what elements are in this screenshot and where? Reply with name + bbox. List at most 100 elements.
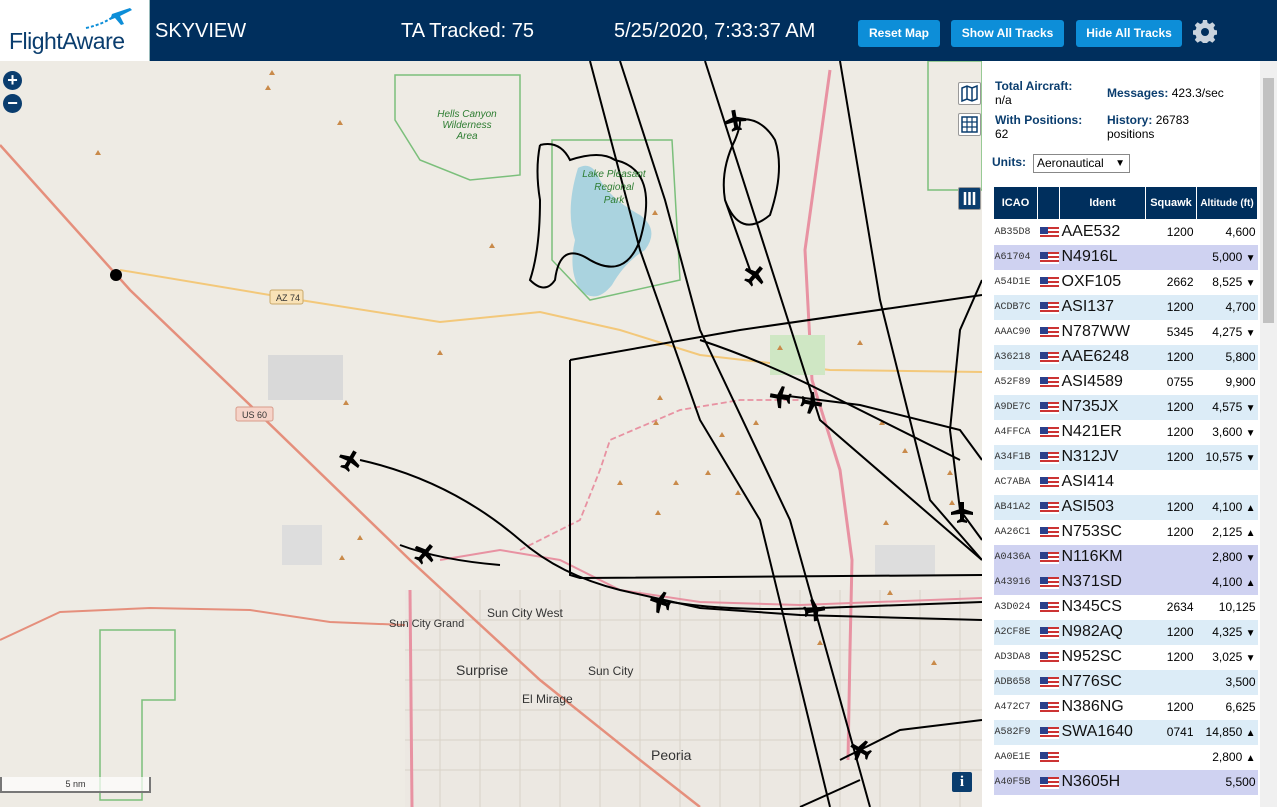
altitude-cell: 2,800 ▼ <box>1196 544 1258 570</box>
icao-cell: A472C7 <box>993 694 1038 720</box>
column-toggle-button[interactable] <box>958 187 981 210</box>
squawk-cell: 2634 <box>1145 594 1197 620</box>
column-header-icao[interactable]: ICAO <box>993 186 1038 220</box>
icao-cell: AD3DA8 <box>993 644 1038 670</box>
us-flag-icon <box>1039 227 1059 240</box>
table-row[interactable]: A2CF8E N982AQ 1200 4,325 ▼ <box>993 619 1258 645</box>
sun-city-west-label: Sun City West <box>487 606 563 620</box>
us-flag-icon <box>1039 576 1059 589</box>
table-row[interactable]: ADB658 N776SC 3,500 <box>993 669 1258 695</box>
lake-pleasant-label-3: Park <box>604 195 626 206</box>
altitude-value: 4,275 <box>1212 325 1243 339</box>
reset-map-button[interactable]: Reset Map <box>858 20 940 47</box>
altitude-value: 5,800 <box>1225 350 1256 364</box>
altitude-value: 10,575 <box>1205 450 1243 464</box>
map-view[interactable]: Hells Canyon Wilderness Area Lake Pleasa… <box>0 61 982 807</box>
map-icon <box>961 84 978 103</box>
table-row[interactable]: AB35D8 AAE532 1200 4,600 <box>993 219 1258 245</box>
altitude-trend-icon: ▼ <box>1245 553 1256 564</box>
altitude-value: 3,025 <box>1212 650 1243 664</box>
flightaware-logo[interactable]: FlightAware <box>0 0 150 61</box>
hide-all-tracks-button[interactable]: Hide All Tracks <box>1076 20 1182 47</box>
altitude-cell: 5,000 ▼ <box>1196 244 1258 270</box>
altitude-value: 2,800 <box>1212 750 1243 764</box>
flag-cell <box>1037 219 1060 245</box>
total-aircraft-label: Total Aircraft: <box>995 79 1073 93</box>
table-row[interactable]: AB41A2 ASI503 1200 4,100 ▲ <box>993 494 1258 520</box>
ident-cell: ASI414 <box>1059 469 1146 495</box>
table-row[interactable]: AA26C1 N753SC 1200 2,125 ▲ <box>993 519 1258 545</box>
table-row[interactable]: A52F89 ASI4589 0755 9,900 <box>993 369 1258 395</box>
ident-cell <box>1059 744 1146 770</box>
flag-cell <box>1037 394 1060 420</box>
altitude-value: 5,000 <box>1212 250 1243 264</box>
map-layers-button[interactable] <box>958 82 981 105</box>
zoom-out-button[interactable]: − <box>3 94 22 113</box>
flag-cell <box>1037 719 1060 745</box>
icao-cell: AB41A2 <box>993 494 1038 520</box>
icao-cell: A3D024 <box>993 594 1038 620</box>
altitude-trend-icon: ▼ <box>1245 328 1256 339</box>
with-positions-stat: With Positions: 62 <box>995 113 1082 141</box>
table-row[interactable]: A0436A N116KM 2,800 ▼ <box>993 544 1258 570</box>
table-row[interactable]: AD3DA8 N952SC 1200 3,025 ▼ <box>993 644 1258 670</box>
icao-cell: A54D1E <box>993 269 1038 295</box>
icao-cell: A34F1B <box>993 444 1038 470</box>
messages-label: Messages: <box>1107 86 1169 100</box>
altitude-value: 3,500 <box>1225 675 1256 689</box>
table-row[interactable]: AA0E1E 2,800 ▲ <box>993 744 1258 770</box>
gear-icon[interactable] <box>1193 19 1217 43</box>
table-row[interactable]: A9DE7C N735JX 1200 4,575 ▼ <box>993 394 1258 420</box>
us-flag-icon <box>1039 726 1059 739</box>
show-all-tracks-button[interactable]: Show All Tracks <box>951 20 1064 47</box>
info-button[interactable]: i <box>952 772 972 792</box>
el-mirage-label: El Mirage <box>522 692 573 706</box>
table-row[interactable]: A582F9 SWA1640 0741 14,850 ▲ <box>993 719 1258 745</box>
squawk-cell: 1200 <box>1145 344 1197 370</box>
flag-cell <box>1037 669 1060 695</box>
table-row[interactable]: A472C7 N386NG 1200 6,625 <box>993 694 1258 720</box>
messages-stat: Messages: 423.3/sec <box>1107 86 1224 100</box>
altitude-cell: 3,500 <box>1196 669 1258 695</box>
lake-pleasant-label-2: Regional <box>594 182 634 193</box>
scrollbar-thumb[interactable] <box>1263 78 1274 323</box>
squawk-cell <box>1145 244 1197 270</box>
altitude-trend-icon: ▲ <box>1245 728 1256 739</box>
vertical-scrollbar[interactable] <box>1260 61 1277 807</box>
table-row[interactable]: A36218 AAE6248 1200 5,800 <box>993 344 1258 370</box>
us-flag-icon <box>1039 526 1059 539</box>
ident-cell: OXF105 <box>1059 269 1146 295</box>
aircraft-table: ICAO Ident Squawk Altitude (ft) AB35D8 AA… <box>993 186 1258 795</box>
table-row[interactable]: A43916 N371SD 4,100 ▲ <box>993 569 1258 595</box>
units-select[interactable]: Aeronautical <box>1033 154 1130 173</box>
table-row[interactable]: AAAC90 N787WW 5345 4,275 ▼ <box>993 319 1258 345</box>
altitude-trend-icon: ▼ <box>1245 253 1256 264</box>
table-row[interactable]: A40F5B N3605H 5,500 <box>993 769 1258 795</box>
zoom-in-button[interactable]: + <box>3 71 22 90</box>
squawk-cell: 1200 <box>1145 644 1197 670</box>
altitude-cell: 3,600 ▼ <box>1196 419 1258 445</box>
column-header-squawk[interactable]: Squawk <box>1145 186 1197 220</box>
ident-cell: N735JX <box>1059 394 1146 420</box>
altitude-cell: 10,575 ▼ <box>1196 444 1258 470</box>
table-row[interactable]: AC7ABA ASI414 <box>993 469 1258 495</box>
table-row[interactable]: A61704 N4916L 5,000 ▼ <box>993 244 1258 270</box>
squawk-cell <box>1145 544 1197 570</box>
column-header-flag[interactable] <box>1037 186 1060 220</box>
column-header-altitude[interactable]: Altitude (ft) <box>1196 186 1258 220</box>
table-row[interactable]: A4FFCA N421ER 1200 3,600 ▼ <box>993 419 1258 445</box>
flag-cell <box>1037 619 1060 645</box>
table-row[interactable]: A3D024 N345CS 2634 10,125 <box>993 594 1258 620</box>
column-header-ident[interactable]: Ident <box>1059 186 1146 220</box>
squawk-cell: 1200 <box>1145 219 1197 245</box>
altitude-cell: 8,525 ▼ <box>1196 269 1258 295</box>
flag-cell <box>1037 344 1060 370</box>
table-row[interactable]: ACDB7C ASI137 1200 4,700 <box>993 294 1258 320</box>
altitude-value: 4,100 <box>1212 575 1243 589</box>
grid-toggle-button[interactable] <box>958 113 981 136</box>
history-label: History: <box>1107 113 1153 127</box>
us-flag-icon <box>1039 401 1059 414</box>
table-row[interactable]: A54D1E OXF105 2662 8,525 ▼ <box>993 269 1258 295</box>
icao-cell: AA26C1 <box>993 519 1038 545</box>
table-row[interactable]: A34F1B N312JV 1200 10,575 ▼ <box>993 444 1258 470</box>
